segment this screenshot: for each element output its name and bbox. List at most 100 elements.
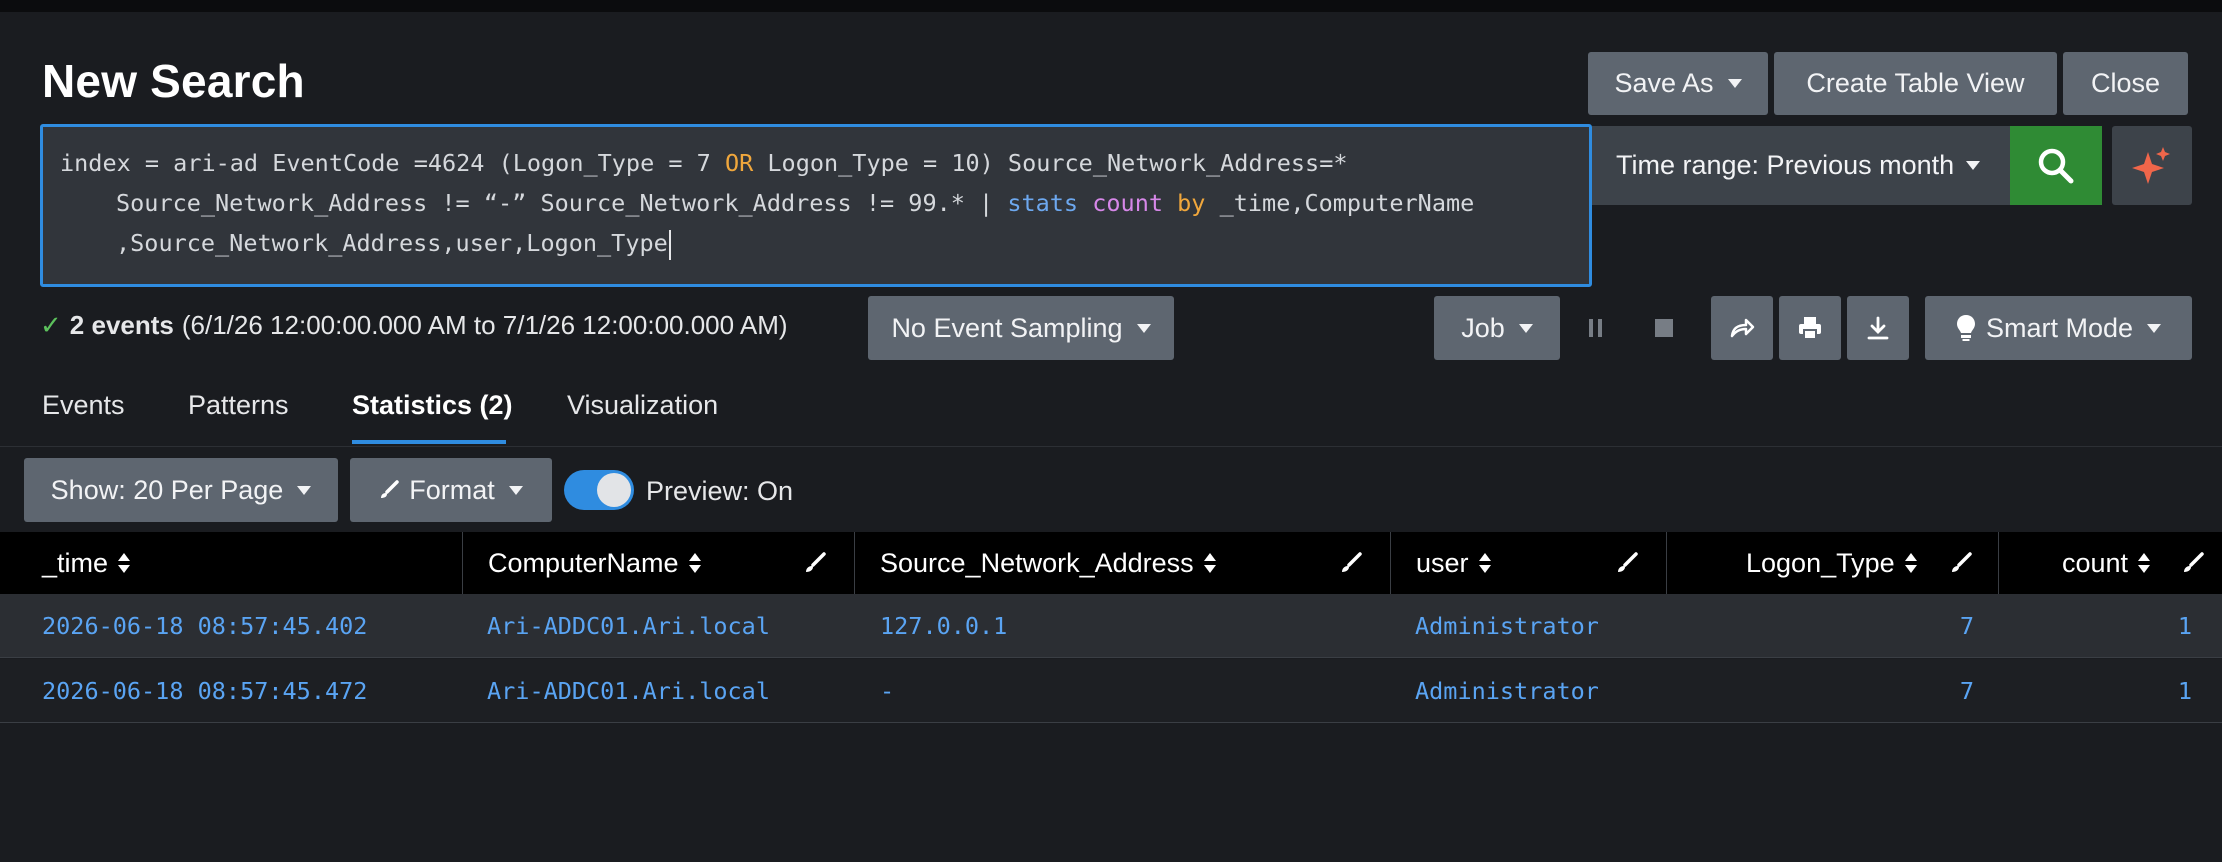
close-button[interactable]: Close (2063, 52, 2188, 115)
preview-toggle[interactable] (564, 470, 634, 510)
checkmark-icon: ✓ (40, 310, 62, 340)
event-count: 2 events (69, 310, 174, 340)
search-line-2: Source_Network_Address != “-” Source_Net… (116, 189, 1474, 217)
search-function: count (1092, 189, 1163, 217)
table-row: 2026-06-18 08:57:45.402 Ari-ADDC01.Ari.l… (0, 594, 2222, 658)
share-button[interactable] (1711, 296, 1773, 360)
job-menu-button[interactable]: Job (1434, 296, 1560, 360)
download-icon (1867, 316, 1889, 340)
tab-events[interactable]: Events (42, 390, 125, 421)
table-header: _time ComputerName Source_Network_Addres… (0, 532, 2222, 594)
paintbrush-icon[interactable] (1616, 552, 1638, 574)
cell-source-network-address[interactable]: - (880, 659, 894, 723)
chevron-down-icon (2147, 323, 2162, 333)
cell-source-network-address[interactable]: 127.0.0.1 (880, 594, 1007, 658)
search-text: _time,ComputerName (1205, 189, 1475, 217)
column-header-count[interactable]: count (2062, 532, 2151, 594)
search-button[interactable] (2010, 126, 2102, 205)
search-mode-label: Smart Mode (1985, 312, 2134, 343)
sort-icon (1203, 553, 1216, 573)
event-sampling-label: No Event Sampling (891, 312, 1123, 343)
time-range-label: Time range: Previous month (1616, 150, 1955, 180)
sort-icon (688, 553, 701, 573)
cell-time[interactable]: 2026-06-18 08:57:45.402 (42, 594, 367, 658)
active-tab-indicator (352, 440, 506, 444)
chevron-down-icon (1966, 161, 1981, 170)
column-header-computername[interactable]: ComputerName (488, 532, 701, 594)
cell-computername[interactable]: Ari-ADDC01.Ari.local (487, 594, 770, 658)
text-cursor (668, 229, 671, 260)
cell-logon-type[interactable]: 7 (1700, 594, 1974, 658)
column-divider (1390, 532, 1391, 594)
create-table-view-label: Create Table View (1806, 68, 2025, 98)
time-range-picker[interactable]: Time range: Previous month (1592, 126, 2010, 205)
chevron-down-icon (1136, 323, 1151, 333)
column-header-time[interactable]: _time (42, 532, 131, 594)
top-bar (0, 0, 2222, 12)
chevron-down-icon (1727, 79, 1742, 88)
print-button[interactable] (1779, 296, 1841, 360)
tab-visualization[interactable]: Visualization (567, 390, 718, 421)
format-dropdown[interactable]: Format (350, 458, 552, 522)
search-mode-dropdown[interactable]: Smart Mode (1925, 296, 2192, 360)
paintbrush-icon (381, 480, 399, 498)
column-divider (462, 532, 463, 594)
paintbrush-icon[interactable] (2182, 552, 2204, 574)
sort-icon (2138, 553, 2151, 573)
search-text: Source_Network_Address != “-” Source_Net… (116, 189, 1008, 217)
chevron-down-icon (1518, 323, 1533, 333)
save-as-button[interactable]: Save As (1588, 52, 1768, 115)
tab-statistics[interactable]: Statistics (2) (352, 390, 513, 421)
toggle-knob (597, 473, 631, 507)
table-row: 2026-06-18 08:57:45.472 Ari-ADDC01.Ari.l… (0, 659, 2222, 723)
page-size-dropdown[interactable]: Show: 20 Per Page (24, 458, 338, 522)
column-label: count (2062, 547, 2129, 578)
search-text: ,Source_Network_Address,user,Logon_Type (116, 229, 668, 257)
paintbrush-icon[interactable] (1340, 552, 1362, 574)
cell-logon-type[interactable]: 7 (1700, 659, 1974, 723)
sparkle-icon (2132, 146, 2170, 184)
lightbulb-icon (1956, 315, 1975, 341)
export-button[interactable] (1847, 296, 1909, 360)
column-divider (854, 532, 855, 594)
search-operator: OR (724, 149, 754, 177)
search-line-1: index = ari-ad EventCode =4624 (Logon_Ty… (60, 149, 1348, 177)
stop-icon[interactable] (1652, 316, 1676, 340)
ai-assistant-button[interactable] (2112, 126, 2192, 205)
share-icon (1730, 318, 1755, 338)
page-title: New Search (42, 55, 305, 107)
search-text: Logon_Type = 10) Source_Network_Address=… (753, 149, 1348, 177)
cell-user[interactable]: Administrator (1415, 659, 1599, 723)
sort-icon (1478, 553, 1491, 573)
column-label: Logon_Type (1746, 547, 1895, 578)
cell-time[interactable]: 2026-06-18 08:57:45.472 (42, 659, 367, 723)
create-table-view-button[interactable]: Create Table View (1774, 52, 2057, 115)
cell-user[interactable]: Administrator (1415, 594, 1599, 658)
save-as-label: Save As (1614, 68, 1714, 98)
pause-icon[interactable] (1584, 316, 1608, 340)
cell-computername[interactable]: Ari-ADDC01.Ari.local (487, 659, 770, 723)
search-command: stats (1007, 189, 1079, 217)
search-text: index = ari-ad EventCode =4624 (Logon_Ty… (60, 149, 725, 177)
time-range-summary: (6/1/26 12:00:00.000 AM to 7/1/26 12:00:… (181, 310, 788, 340)
column-header-logon-type[interactable]: Logon_Type (1746, 532, 1917, 594)
sort-icon (1904, 553, 1917, 573)
page-size-label: Show: 20 Per Page (50, 474, 284, 505)
cell-count[interactable]: 1 (2010, 659, 2192, 723)
column-label: ComputerName (488, 547, 679, 578)
format-label: Format (409, 474, 495, 505)
event-sampling-dropdown[interactable]: No Event Sampling (868, 296, 1174, 360)
column-label: user (1416, 547, 1469, 578)
chevron-down-icon (508, 485, 523, 495)
tab-patterns[interactable]: Patterns (188, 390, 289, 421)
search-line-3: ,Source_Network_Address,user,Logon_Type (116, 229, 671, 260)
column-header-source-network-address[interactable]: Source_Network_Address (880, 532, 1216, 594)
preview-label: Preview: On (646, 476, 794, 506)
paintbrush-icon[interactable] (804, 552, 826, 574)
cell-count[interactable]: 1 (2010, 594, 2192, 658)
search-query-input[interactable]: index = ari-ad EventCode =4624 (Logon_Ty… (40, 124, 1592, 287)
paintbrush-icon[interactable] (1950, 552, 1972, 574)
search-status: ✓ 2 events (6/1/26 12:00:00.000 AM to 7/… (40, 310, 788, 341)
column-header-user[interactable]: user (1416, 532, 1491, 594)
sort-icon (118, 553, 131, 573)
